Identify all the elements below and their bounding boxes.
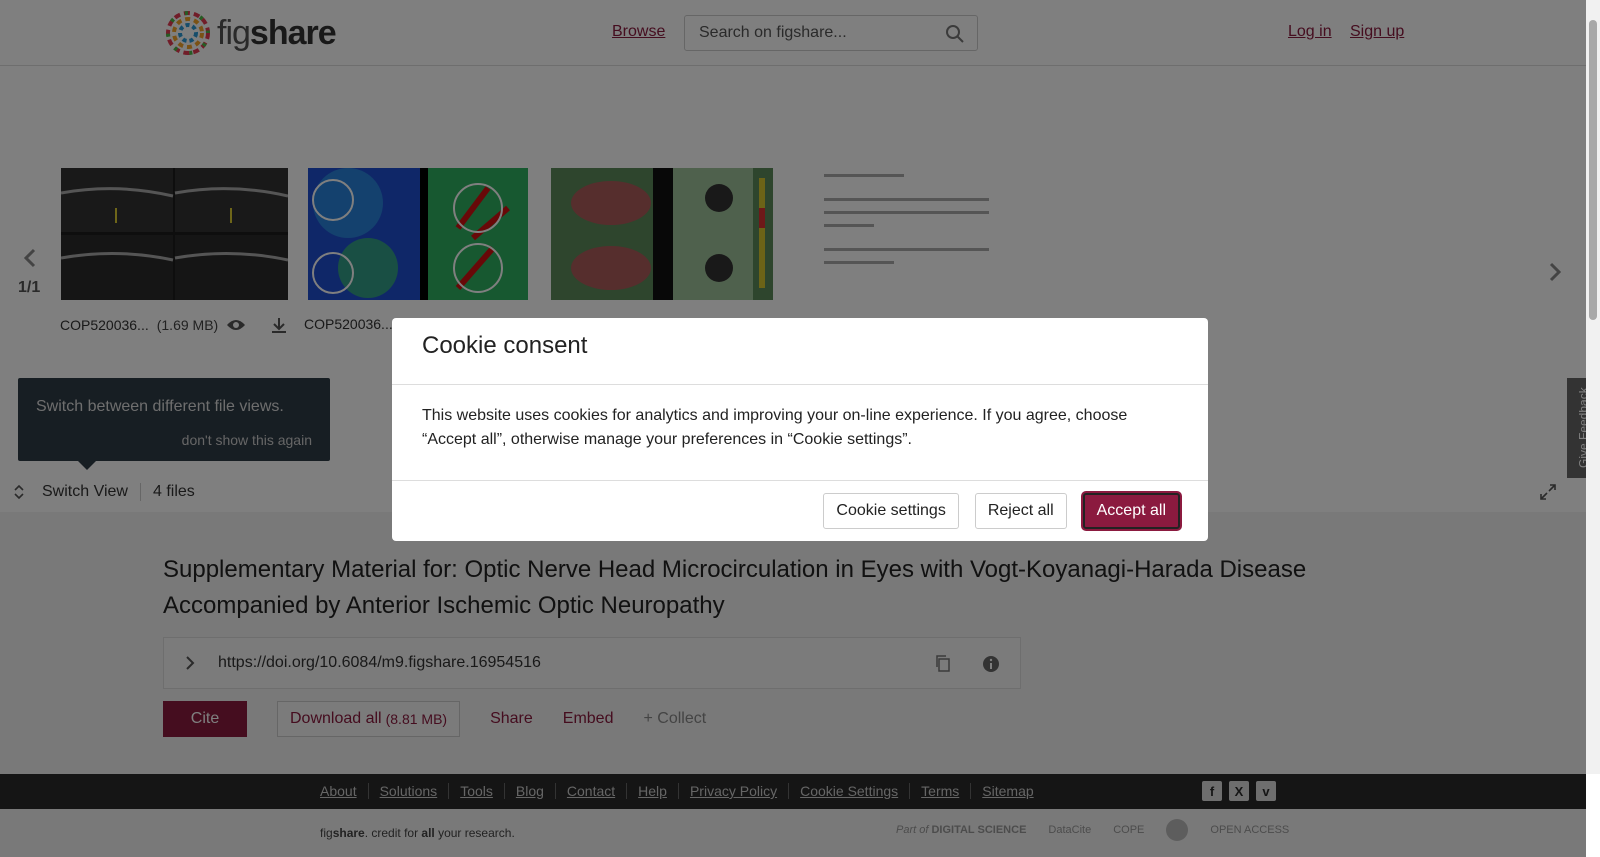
cookie-dialog-buttons: Cookie settings Reject all Accept all <box>823 493 1180 529</box>
page-scrollbar[interactable] <box>1586 0 1600 774</box>
cookie-dialog-title: Cookie consent <box>422 332 588 359</box>
divider <box>392 480 1208 481</box>
accept-all-button[interactable]: Accept all <box>1082 493 1180 529</box>
divider <box>392 384 1208 385</box>
reject-all-button[interactable]: Reject all <box>974 493 1067 529</box>
scrollbar-thumb[interactable] <box>1589 20 1597 320</box>
cookie-settings-button[interactable]: Cookie settings <box>823 493 959 529</box>
cookie-consent-dialog: Cookie consent This website uses cookies… <box>392 318 1208 541</box>
cookie-dialog-body: This website uses cookies for analytics … <box>422 407 1128 448</box>
